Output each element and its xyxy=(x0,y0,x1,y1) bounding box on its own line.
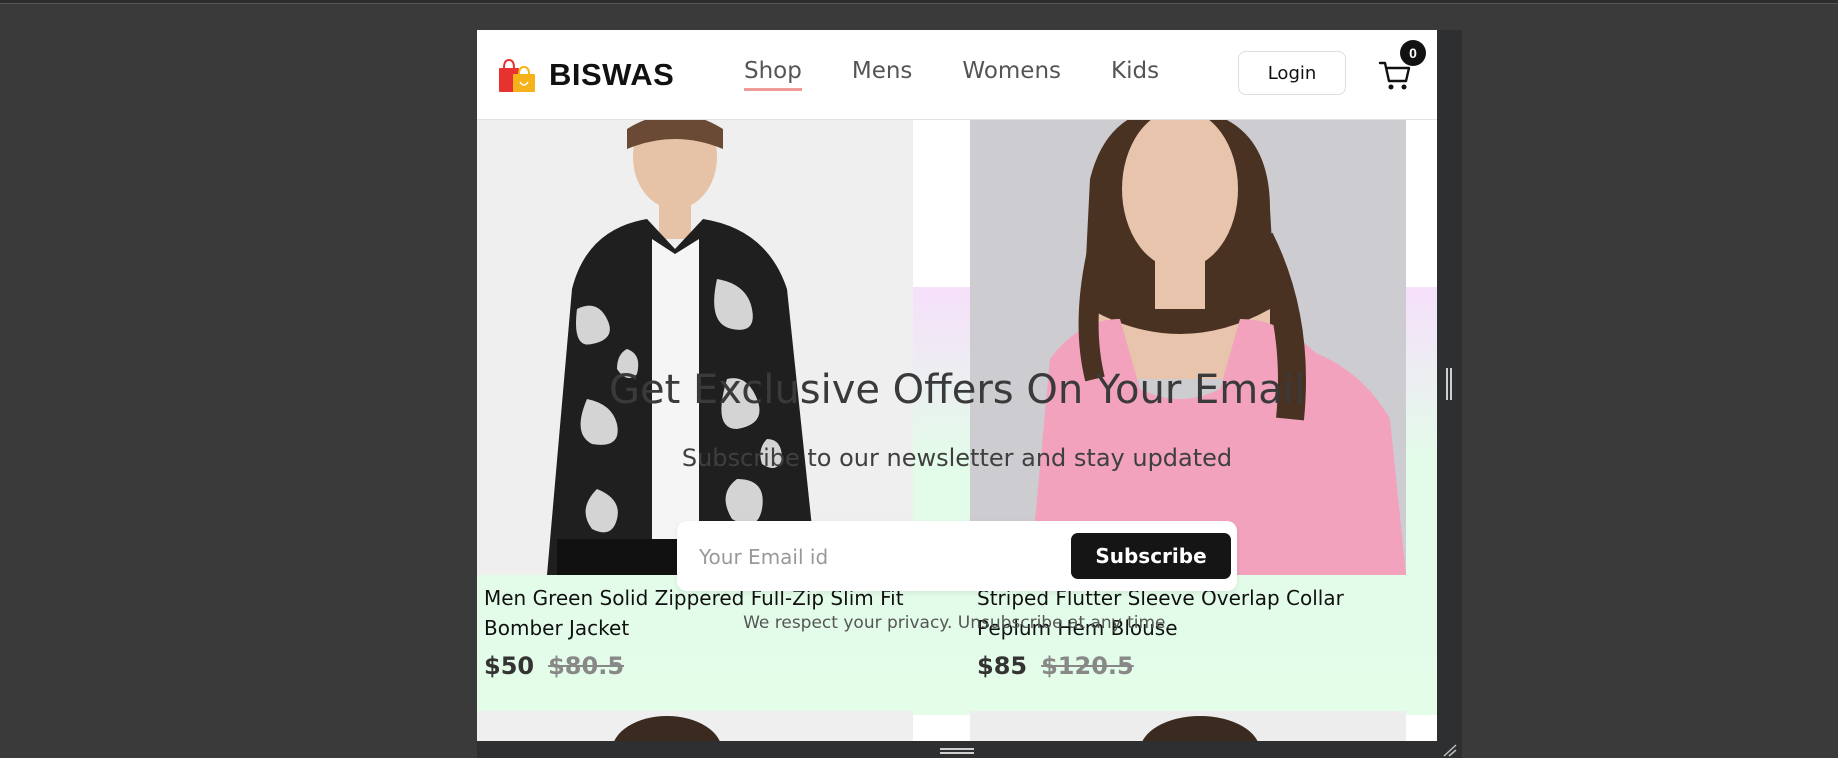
product-image-jacket[interactable] xyxy=(477,119,913,575)
product-image-next[interactable] xyxy=(970,711,1406,741)
corner-resize-handle-icon[interactable] xyxy=(1440,743,1458,757)
next-product-illustration xyxy=(1142,716,1258,741)
price-row: $85 $120.5 xyxy=(977,652,1134,680)
page-viewport: Men Green Solid Zippered Full-Zip Slim F… xyxy=(477,30,1437,741)
product-price: $50 xyxy=(484,652,535,680)
site-header: BISWAS Shop Mens Womens Kids Login 0 xyxy=(477,30,1437,120)
main-nav: Shop Mens Womens Kids xyxy=(744,58,1159,91)
woman-blouse-illustration xyxy=(970,119,1406,575)
next-product-illustration xyxy=(614,716,720,741)
privacy-note: We respect your privacy. Unsubscribe at … xyxy=(743,613,1171,633)
price-row: $50 $80.5 xyxy=(484,652,624,680)
horizontal-resize-handle-icon[interactable] xyxy=(940,748,974,754)
nav-kids[interactable]: Kids xyxy=(1111,58,1159,91)
newsletter-subtitle: Subscribe to our newsletter and stay upd… xyxy=(681,444,1233,472)
newsletter-title: Get Exclusive Offers On Your Email xyxy=(609,367,1305,413)
product-image-next[interactable] xyxy=(477,711,913,741)
product-old-price: $120.5 xyxy=(1041,652,1134,680)
shopping-bags-logo-icon[interactable] xyxy=(497,58,537,94)
newsletter-form: Subscribe xyxy=(677,521,1237,591)
subscribe-button[interactable]: Subscribe xyxy=(1071,533,1231,579)
email-input[interactable] xyxy=(697,535,1041,579)
brand-name[interactable]: BISWAS xyxy=(549,57,674,93)
product-old-price: $80.5 xyxy=(548,652,625,680)
grid-gap xyxy=(1406,119,1437,287)
product-image-blouse[interactable] xyxy=(970,119,1406,575)
grid-gap xyxy=(913,119,970,287)
browser-top-strip xyxy=(0,0,1838,4)
cart-count-badge: 0 xyxy=(1400,40,1426,66)
nav-womens[interactable]: Womens xyxy=(962,58,1061,91)
nav-mens[interactable]: Mens xyxy=(852,58,913,91)
vertical-resize-handle-icon[interactable] xyxy=(1446,368,1452,400)
login-button[interactable]: Login xyxy=(1238,51,1346,95)
product-price: $85 xyxy=(977,652,1028,680)
man-jacket-illustration xyxy=(477,119,913,575)
nav-shop[interactable]: Shop xyxy=(744,58,802,91)
